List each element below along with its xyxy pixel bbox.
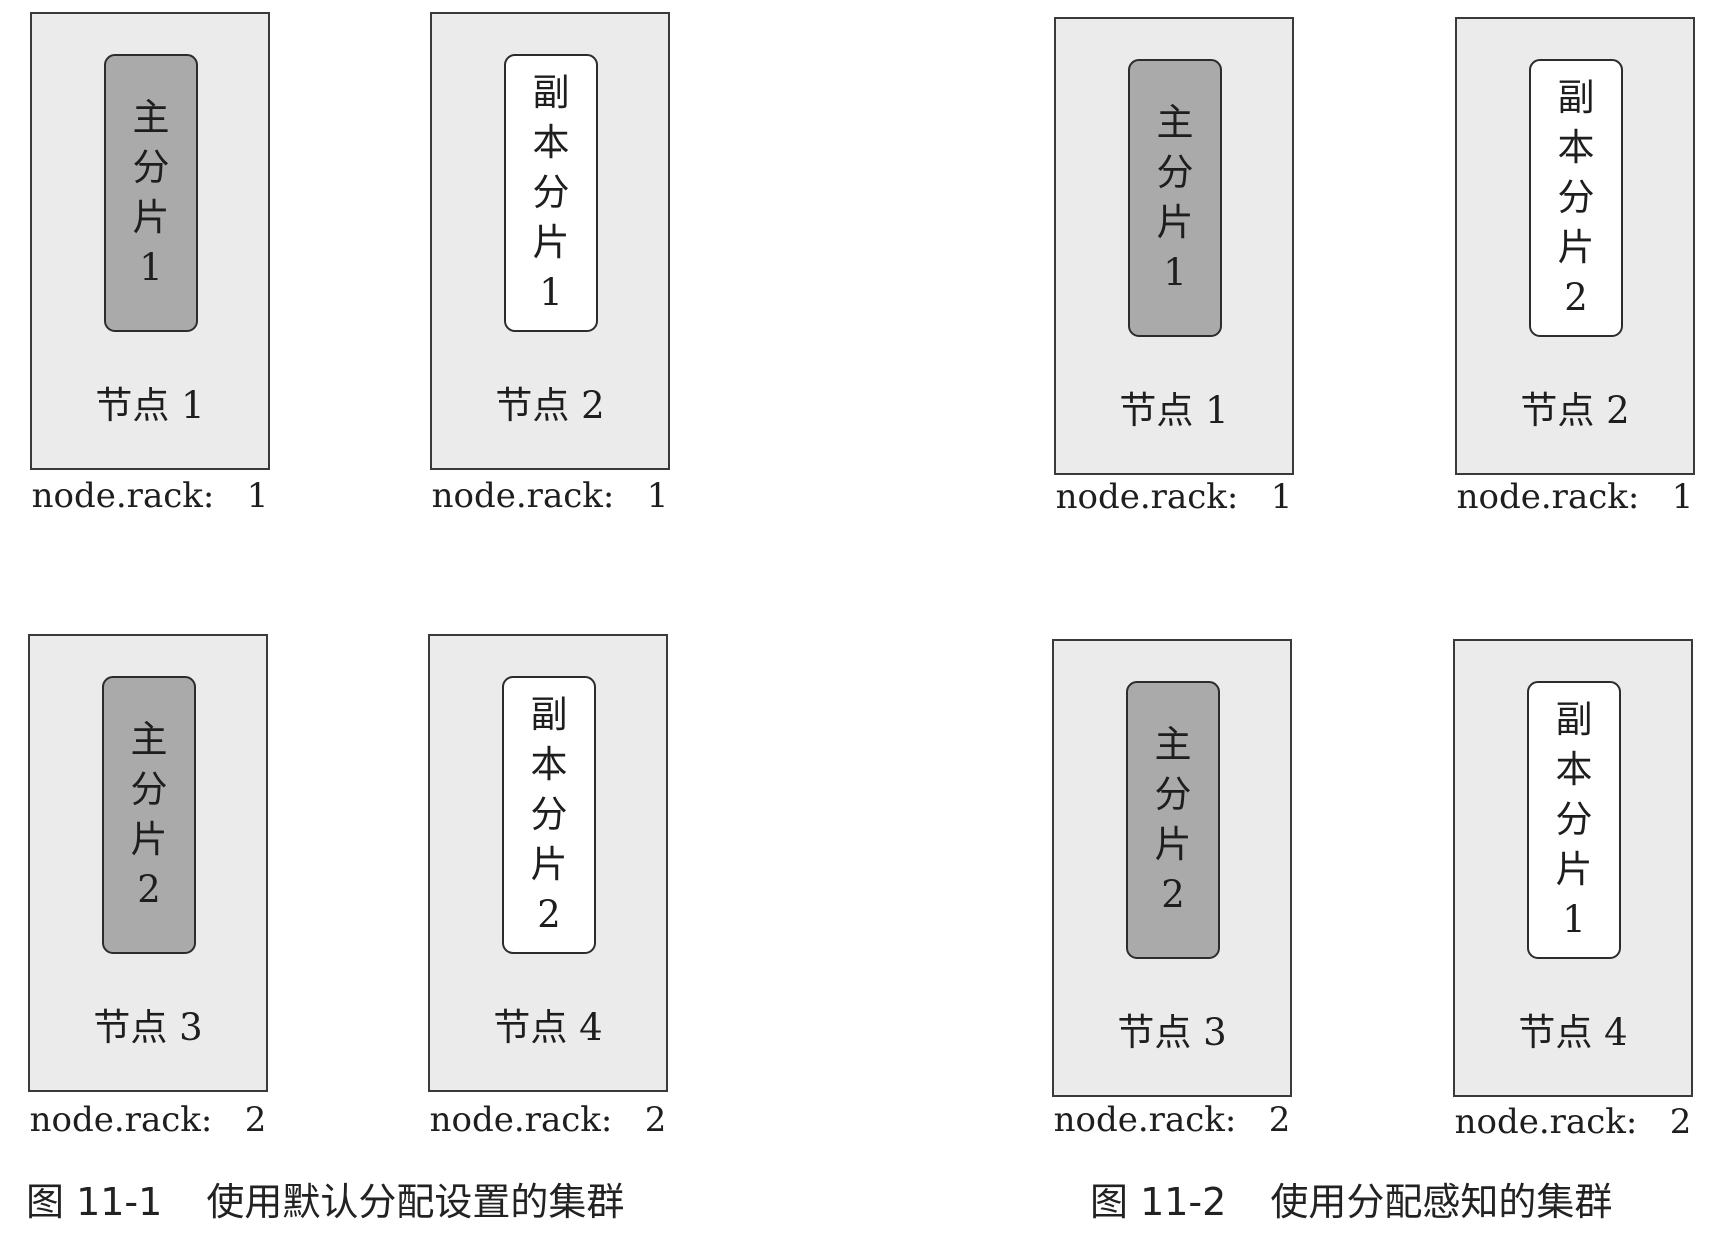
node-1: 主 分 片 1 节点 1	[30, 12, 270, 470]
rack-label: node.rack: 2	[29, 1100, 267, 1140]
shard-char: 副	[530, 693, 568, 736]
shard-char: 主	[130, 718, 168, 761]
shard-char: 副	[1555, 698, 1593, 741]
replica-shard-box: 副 本 分 片 2	[1529, 59, 1623, 337]
primary-shard-box: 主 分 片 1	[1128, 59, 1222, 337]
shard-char: 1	[539, 271, 563, 314]
rack-label: node.rack: 2	[1053, 1100, 1291, 1140]
replica-shard-box: 副 本 分 片 2	[502, 676, 596, 954]
node-label: 节点 2	[495, 384, 605, 427]
caption-number: 图 11-1	[26, 1180, 163, 1224]
figure-caption: 图 11-2 使用分配感知的集群	[1090, 1178, 1612, 1226]
rack-label: node.rack: 2	[429, 1100, 667, 1140]
rack-label: node.rack: 1	[1055, 477, 1293, 517]
shard-char: 分	[1555, 798, 1593, 841]
shard-char: 1	[139, 246, 163, 289]
shard-char: 分	[130, 768, 168, 811]
caption-number: 图 11-2	[1090, 1180, 1227, 1224]
shard-char: 本	[532, 121, 570, 164]
node-label: 节点 4	[493, 1006, 603, 1049]
shard-char: 本	[1555, 748, 1593, 791]
rack-label: node.rack: 1	[431, 476, 669, 516]
shard-char: 副	[1557, 76, 1595, 119]
primary-shard-box: 主 分 片 1	[104, 54, 198, 332]
node-label: 节点 4	[1518, 1011, 1628, 1054]
caption-text: 使用默认分配设置的集群	[206, 1180, 625, 1224]
shard-char: 主	[1156, 101, 1194, 144]
shard-char: 分	[132, 146, 170, 189]
shard-char: 分	[530, 793, 568, 836]
shard-char: 副	[532, 71, 570, 114]
shard-char: 片	[532, 221, 570, 264]
node-1: 主 分 片 1 节点 1	[1054, 17, 1294, 475]
node-4: 副 本 分 片 2 节点 4	[428, 634, 668, 1092]
node-3: 主 分 片 2 节点 3	[1052, 639, 1292, 1097]
replica-shard-box: 副 本 分 片 1	[504, 54, 598, 332]
shard-char: 片	[530, 843, 568, 886]
shard-char: 本	[1557, 126, 1595, 169]
rack-label: node.rack: 1	[31, 476, 269, 516]
rack-label: node.rack: 1	[1456, 477, 1694, 517]
shard-char: 片	[130, 818, 168, 861]
node-2: 副 本 分 片 1 节点 2	[430, 12, 670, 470]
figure-caption: 图 11-1 使用默认分配设置的集群	[26, 1178, 624, 1226]
replica-shard-box: 副 本 分 片 1	[1527, 681, 1621, 959]
node-label: 节点 1	[95, 384, 205, 427]
shard-char: 分	[1557, 176, 1595, 219]
shard-char: 2	[537, 893, 561, 936]
shard-char: 2	[1161, 873, 1185, 916]
shard-char: 片	[1154, 823, 1192, 866]
node-4: 副 本 分 片 1 节点 4	[1453, 639, 1693, 1097]
node-3: 主 分 片 2 节点 3	[28, 634, 268, 1092]
rack-label: node.rack: 2	[1454, 1102, 1692, 1142]
shard-char: 片	[1555, 848, 1593, 891]
shard-char: 分	[1154, 773, 1192, 816]
shard-char: 主	[1154, 723, 1192, 766]
node-label: 节点 2	[1520, 389, 1630, 432]
shard-char: 片	[132, 196, 170, 239]
primary-shard-box: 主 分 片 2	[1126, 681, 1220, 959]
primary-shard-box: 主 分 片 2	[102, 676, 196, 954]
shard-char: 片	[1156, 201, 1194, 244]
caption-text: 使用分配感知的集群	[1270, 1180, 1613, 1224]
node-2: 副 本 分 片 2 节点 2	[1455, 17, 1695, 475]
shard-char: 分	[532, 171, 570, 214]
shard-char: 分	[1156, 151, 1194, 194]
shard-char: 2	[137, 868, 161, 911]
shard-char: 2	[1564, 276, 1588, 319]
shard-char: 1	[1163, 251, 1187, 294]
node-label: 节点 3	[1117, 1011, 1227, 1054]
shard-char: 1	[1562, 898, 1586, 941]
node-label: 节点 3	[93, 1006, 203, 1049]
shard-char: 片	[1557, 226, 1595, 269]
shard-char: 主	[132, 96, 170, 139]
node-label: 节点 1	[1119, 389, 1229, 432]
shard-char: 本	[530, 743, 568, 786]
